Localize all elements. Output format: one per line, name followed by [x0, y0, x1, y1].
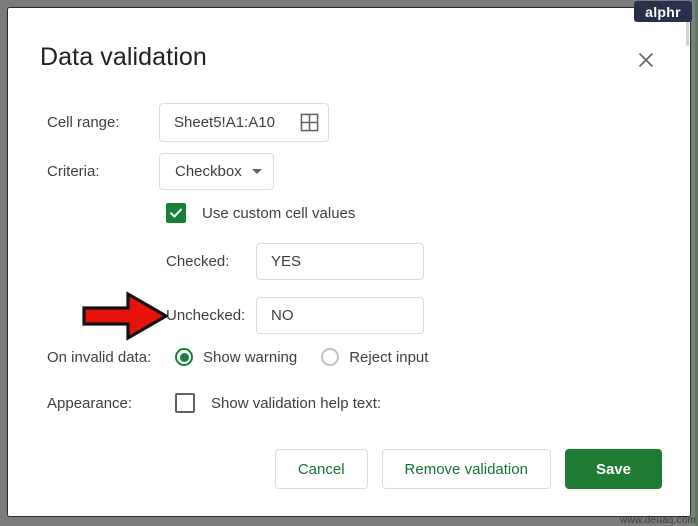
dialog-title: Data validation: [40, 43, 207, 71]
criteria-select[interactable]: Checkbox: [159, 153, 274, 190]
site-watermark: www.deuaq.com: [620, 515, 696, 526]
show-help-text-label: Show validation help text:: [211, 394, 382, 412]
cell-range-input[interactable]: Sheet5!A1:A10: [159, 103, 329, 142]
use-custom-values-checkbox[interactable]: [166, 203, 186, 223]
browser-viewport: Data validation Cell range: Sheet5!A1:A1…: [7, 7, 691, 517]
screenshot-frame: Data validation Cell range: Sheet5!A1:A1…: [0, 0, 698, 526]
radio-reject-input-label: Reject input: [349, 348, 429, 366]
cell-range-value: Sheet5!A1:A10: [174, 114, 275, 131]
criteria-label: Criteria:: [47, 163, 100, 180]
close-icon[interactable]: [634, 48, 658, 72]
grid-select-icon[interactable]: [300, 113, 319, 132]
unchecked-value-text: NO: [271, 307, 294, 324]
checked-value-row: Checked: YES: [166, 243, 424, 280]
show-help-text-checkbox[interactable]: [175, 393, 195, 413]
checked-value-input[interactable]: YES: [256, 243, 424, 280]
on-invalid-data-row: On invalid data: Show warning Reject inp…: [47, 348, 428, 366]
use-custom-values-row: Use custom cell values: [166, 203, 355, 223]
radio-dot-icon: [179, 352, 189, 362]
radio-show-warning-label: Show warning: [203, 348, 298, 366]
criteria-selected-value: Checkbox: [175, 163, 242, 180]
alphr-logo-text: alphr: [645, 3, 681, 20]
radio-show-warning[interactable]: [175, 348, 193, 366]
cell-range-row: Cell range: Sheet5!A1:A10: [47, 103, 329, 142]
check-icon: [170, 208, 182, 218]
use-custom-values-label: Use custom cell values: [202, 204, 356, 222]
save-button[interactable]: Save: [564, 449, 662, 489]
on-invalid-data-label: On invalid data:: [47, 348, 152, 366]
appearance-row: Appearance: Show validation help text:: [47, 393, 381, 413]
unchecked-value-row: Unchecked: NO: [166, 297, 424, 334]
data-validation-dialog: Data validation Cell range: Sheet5!A1:A1…: [8, 8, 690, 516]
checked-value-label: Checked:: [166, 253, 230, 270]
unchecked-value-label: Unchecked:: [166, 307, 246, 324]
radio-reject-input[interactable]: [321, 348, 340, 366]
alphr-logo-badge: alphr: [634, 1, 692, 22]
dialog-footer: Cancel Remove validation Save: [274, 449, 662, 489]
cell-range-label: Cell range:: [47, 114, 120, 131]
chevron-down-icon: [251, 169, 262, 174]
appearance-label: Appearance:: [47, 394, 133, 412]
cancel-button[interactable]: Cancel: [274, 449, 368, 489]
checked-value-text: YES: [271, 253, 302, 270]
unchecked-value-input[interactable]: NO: [256, 297, 424, 334]
criteria-row: Criteria: Checkbox: [47, 153, 274, 190]
remove-validation-button[interactable]: Remove validation: [381, 449, 551, 489]
dialog-scrollbar[interactable]: [685, 8, 690, 516]
